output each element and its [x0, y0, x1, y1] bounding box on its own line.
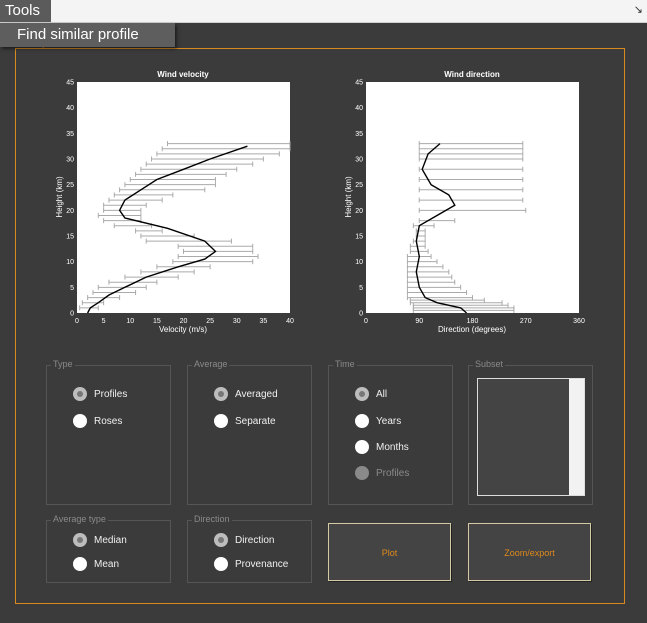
x-axis-label: Velocity (m/s): [159, 325, 207, 334]
time-group: Time All Years Months Profiles: [328, 359, 453, 505]
y-tick-label: 0: [359, 311, 363, 318]
radio-label: Separate: [235, 416, 276, 427]
radio-dot[interactable]: [214, 414, 228, 428]
radio-label: Direction: [235, 535, 275, 546]
y-tick-label: 35: [66, 131, 74, 138]
radio-dot[interactable]: [355, 440, 369, 454]
radio-dot[interactable]: [214, 533, 228, 547]
y-axis-label: Height (km): [55, 176, 64, 218]
y-tick-label: 40: [66, 105, 74, 112]
x-axis-label: Direction (degrees): [438, 325, 506, 334]
average-type-group: Average type Median Mean: [46, 514, 171, 583]
x-tick-label: 30: [233, 318, 241, 325]
radio-dot: [355, 466, 369, 480]
radio-label: Months: [376, 442, 409, 453]
radio-dot[interactable]: [73, 557, 87, 571]
x-tick-label: 360: [573, 318, 585, 325]
x-tick-label: 0: [364, 318, 368, 325]
y-tick-label: 15: [355, 234, 363, 241]
subset-list[interactable]: [477, 378, 585, 496]
menu-bar: Tools ↘: [0, 0, 647, 23]
group-title: Direction: [192, 514, 232, 524]
x-tick-label: 10: [126, 318, 134, 325]
radio-dot[interactable]: [355, 414, 369, 428]
wind-direction-chart: Wind direction Direction (degrees) Heigh…: [344, 70, 585, 334]
resize-icon[interactable]: ↘: [634, 3, 643, 16]
radio-label: Mean: [94, 559, 120, 570]
y-tick-label: 40: [355, 105, 363, 112]
y-tick-label: 10: [66, 259, 74, 266]
y-tick-label: 25: [66, 182, 74, 189]
x-tick-label: 270: [520, 318, 532, 325]
subset-scrollbar[interactable]: [569, 379, 584, 495]
x-tick-label: 35: [259, 318, 267, 325]
x-tick-label: 20: [180, 318, 188, 325]
chart-title: Wind direction: [444, 70, 500, 79]
y-tick-label: 45: [66, 80, 74, 87]
y-tick-label: 20: [66, 208, 74, 215]
radio-label: Median: [94, 535, 127, 546]
menu-tools[interactable]: Tools: [0, 0, 51, 22]
radio-dot[interactable]: [214, 387, 228, 401]
radio-label: Profiles: [94, 389, 128, 400]
y-tick-label: 25: [355, 182, 363, 189]
x-tick-label: 15: [153, 318, 161, 325]
radio-label: Averaged: [235, 389, 278, 400]
x-tick-label: 40: [286, 318, 294, 325]
direction-group: Direction Direction Provenance: [187, 514, 312, 583]
subset-group: Subset: [468, 359, 593, 505]
plot-area: [366, 82, 579, 313]
wind-velocity-chart: Wind velocity Velocity (m/s) Height (km)…: [55, 70, 294, 334]
type-group: Type Profiles Roses: [46, 359, 171, 505]
radio-label: Roses: [94, 416, 123, 427]
y-tick-label: 30: [355, 157, 363, 164]
plot-button[interactable]: Plot: [328, 523, 451, 581]
group-title: Average: [192, 359, 230, 369]
group-title: Time: [333, 359, 357, 369]
menu-item-find-similar-profile[interactable]: Find similar profile: [17, 26, 139, 43]
radio-dot[interactable]: [355, 387, 369, 401]
y-tick-label: 35: [355, 131, 363, 138]
y-axis-label: Height (km): [344, 176, 353, 218]
x-tick-label: 25: [206, 318, 214, 325]
zoom-export-button[interactable]: Zoom/export: [468, 523, 591, 581]
x-tick-label: 180: [467, 318, 479, 325]
average-group: Average Averaged Separate: [187, 359, 312, 505]
y-tick-label: 10: [355, 259, 363, 266]
group-title: Average type: [51, 514, 108, 524]
plot-area: [77, 82, 290, 313]
y-tick-label: 5: [70, 285, 74, 292]
tools-dropdown: Find similar profile: [0, 23, 175, 47]
y-tick-label: 0: [70, 311, 74, 318]
x-tick-label: 5: [102, 318, 106, 325]
radio-label: Years: [376, 416, 402, 427]
radio-dot[interactable]: [73, 414, 87, 428]
radio-dot[interactable]: [73, 533, 87, 547]
radio-dot[interactable]: [214, 557, 228, 571]
radio-label: Profiles: [376, 468, 410, 479]
y-tick-label: 45: [355, 80, 363, 87]
radio-label: Provenance: [235, 559, 289, 570]
x-tick-label: 90: [415, 318, 423, 325]
y-tick-label: 30: [66, 157, 74, 164]
y-tick-label: 20: [355, 208, 363, 215]
chart-title: Wind velocity: [157, 70, 209, 79]
group-title: Type: [51, 359, 75, 369]
group-title: Subset: [473, 359, 506, 369]
radio-label: All: [376, 389, 388, 400]
y-tick-label: 5: [359, 285, 363, 292]
x-tick-label: 0: [75, 318, 79, 325]
y-tick-label: 15: [66, 234, 74, 241]
radio-dot[interactable]: [73, 387, 87, 401]
